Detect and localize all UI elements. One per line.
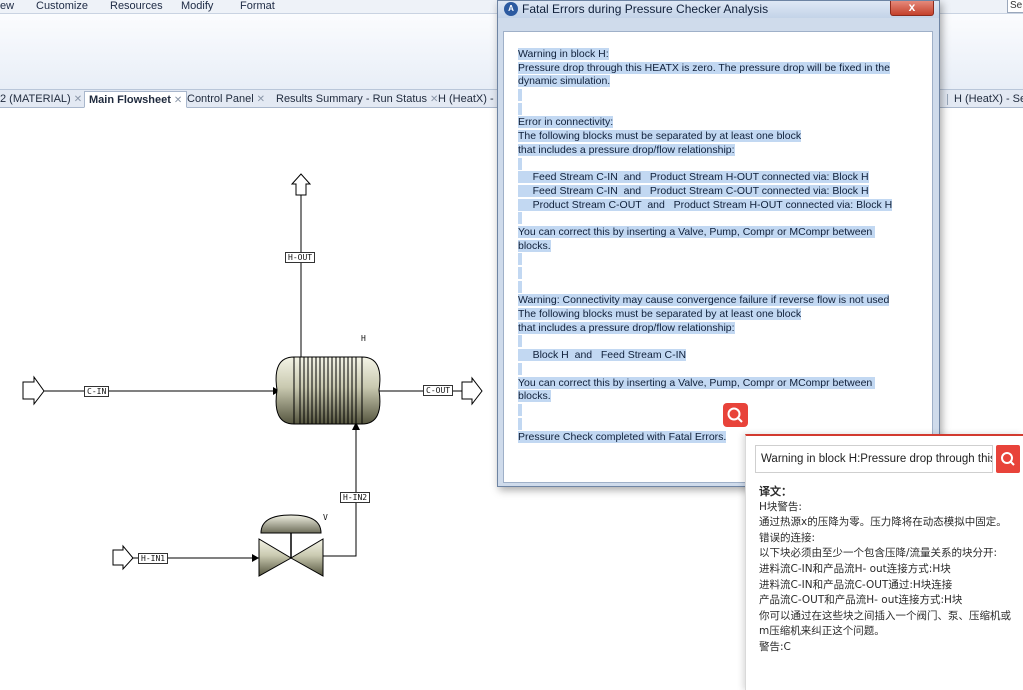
message-line: that includes a pressure drop/flow relat… xyxy=(518,143,735,156)
translation-line: 警告:C xyxy=(759,640,791,653)
app-window: ew Customize Resources Modify Format Se … xyxy=(0,0,1023,690)
feed-arrow-icon[interactable] xyxy=(112,544,134,571)
product-arrow-icon[interactable] xyxy=(290,173,312,196)
translation-result: 译文： H块警告: 通过热源x的压降为零。压力降将在动态模拟中固定。 错误的连接… xyxy=(759,484,1017,656)
search-icon xyxy=(1001,452,1015,466)
tab-label: 2 (MATERIAL) xyxy=(0,93,71,105)
product-arrow-icon[interactable] xyxy=(461,376,483,406)
message-line: that includes a pressure drop/flow relat… xyxy=(518,321,735,334)
tab-divider xyxy=(947,94,948,105)
message-line: Pressure drop through this HEATX is zero… xyxy=(518,61,890,74)
heat-exchanger-icon[interactable] xyxy=(275,356,381,425)
translation-line: 通过热源x的压降为零。压力降将在动态模拟中固定。 xyxy=(759,516,1007,529)
menu-resources[interactable]: Resources xyxy=(110,0,163,12)
tab-material[interactable]: 2 (MATERIAL) ✕ xyxy=(0,91,86,108)
translation-heading: 译文： xyxy=(759,485,792,498)
translation-panel: Warning in block H:Pressure drop through… xyxy=(745,434,1023,690)
translation-line: H块警告: xyxy=(759,500,802,513)
tab-label: Results Summary - Run Status xyxy=(276,93,427,105)
message-line: Error in connectivity: xyxy=(518,116,614,129)
close-button[interactable]: x xyxy=(890,1,934,16)
message-line: Product Stream C-OUT and Product Stream … xyxy=(518,198,893,211)
menu-customize[interactable]: Customize xyxy=(36,0,88,12)
message-line: The following blocks must be separated b… xyxy=(518,308,802,321)
app-logo-icon: A xyxy=(504,2,518,16)
message-line: Block H and Feed Stream C-IN xyxy=(518,349,687,362)
translation-line: 你可以通过在这些块之间插入一个阀门、泵、压缩机或m压缩机来纠正这个问题。 xyxy=(759,609,1011,638)
translate-button[interactable] xyxy=(996,445,1020,473)
message-line xyxy=(518,102,898,117)
dialog-title-bar[interactable]: A Fatal Errors during Pressure Checker A… xyxy=(498,1,939,18)
message-line xyxy=(518,253,898,267)
message-line: Warning in block H: xyxy=(518,48,609,60)
message-panel[interactable]: Warning in block H: Pressure drop throug… xyxy=(503,31,933,483)
message-line: Feed Stream C-IN and Product Stream H-OU… xyxy=(518,171,869,184)
message-line xyxy=(518,280,898,295)
message-text[interactable]: Warning in block H: Pressure drop throug… xyxy=(518,48,898,445)
pressure-checker-dialog: A Fatal Errors during Pressure Checker A… xyxy=(497,0,940,487)
menu-view[interactable]: ew xyxy=(0,0,14,12)
message-line xyxy=(518,157,898,172)
stream-label-c-out[interactable]: C-OUT xyxy=(423,385,454,396)
tab-close-icon[interactable]: ✕ xyxy=(257,94,265,105)
message-line: The following blocks must be separated b… xyxy=(518,130,802,143)
message-line: dynamic simulation. xyxy=(518,75,611,88)
block-label-h[interactable]: H xyxy=(361,334,366,343)
valve-icon[interactable] xyxy=(258,514,324,577)
tab-main-flowsheet[interactable]: Main Flowsheet ✕ xyxy=(84,91,188,108)
menu-format[interactable]: Format xyxy=(240,0,275,12)
tab-label: H (HeatX) - I xyxy=(438,93,500,105)
tab-heatx-input[interactable]: H (HeatX) - I xyxy=(434,91,504,108)
tab-label: H (HeatX) - Set xyxy=(954,93,1023,105)
message-line xyxy=(518,212,898,226)
tab-close-icon[interactable]: ✕ xyxy=(74,94,82,105)
stream-label-h-in1[interactable]: H-IN1 xyxy=(138,553,169,564)
ribbon-search-input[interactable]: Se xyxy=(1007,0,1023,13)
tab-label: Control Panel xyxy=(187,93,254,105)
feed-arrow-icon[interactable] xyxy=(22,375,45,406)
message-line: Warning: Connectivity may cause converge… xyxy=(518,294,890,307)
tab-results-summary[interactable]: Results Summary - Run Status ✕ xyxy=(272,91,442,108)
message-line: Feed Stream C-IN and Product Stream C-OU… xyxy=(518,184,869,197)
dialog-title: Fatal Errors during Pressure Checker Ana… xyxy=(522,2,769,16)
stream-line-h-in2[interactable] xyxy=(321,422,357,557)
tab-control-panel[interactable]: Control Panel ✕ xyxy=(183,91,269,108)
message-line xyxy=(518,267,898,281)
menu-modify[interactable]: Modify xyxy=(181,0,213,12)
translation-line: 产品流C-OUT和产品流H- out连接方式:H块 xyxy=(759,594,963,607)
message-line xyxy=(518,362,898,377)
arrowhead-icon xyxy=(252,554,259,562)
search-icon xyxy=(727,407,743,423)
message-line: You can correct this by inserting a Valv… xyxy=(518,376,898,403)
message-line xyxy=(518,335,898,349)
stream-label-c-in[interactable]: C-IN xyxy=(84,386,110,397)
translation-query-input[interactable]: Warning in block H:Pressure drop through… xyxy=(755,445,993,473)
message-line xyxy=(518,403,898,418)
tab-close-icon[interactable]: ✕ xyxy=(174,95,182,106)
translation-line: 错误的连接: xyxy=(759,531,816,544)
translation-line: 进料流C-IN和产品流C-OUT通过:H块连接 xyxy=(759,578,953,591)
block-label-v[interactable]: V xyxy=(323,513,328,522)
stream-label-h-out[interactable]: H-OUT xyxy=(285,252,316,263)
tab-label: Main Flowsheet xyxy=(89,94,171,106)
translation-line: 以下块必须由至少一个包含压降/流量关系的块分开: xyxy=(759,547,998,560)
tab-heatx-setup[interactable]: H (HeatX) - Set xyxy=(950,91,1023,108)
message-line: blocks. xyxy=(518,239,551,252)
stream-label-h-in2[interactable]: H-IN2 xyxy=(340,492,371,503)
translation-line: 进料流C-IN和产品流H- out连接方式:H块 xyxy=(759,562,951,575)
message-line xyxy=(518,89,898,103)
message-line: blocks. xyxy=(518,390,551,403)
message-line: You can correct this by inserting a Valv… xyxy=(518,225,898,252)
translate-search-button[interactable] xyxy=(723,403,748,427)
message-line xyxy=(518,417,898,432)
